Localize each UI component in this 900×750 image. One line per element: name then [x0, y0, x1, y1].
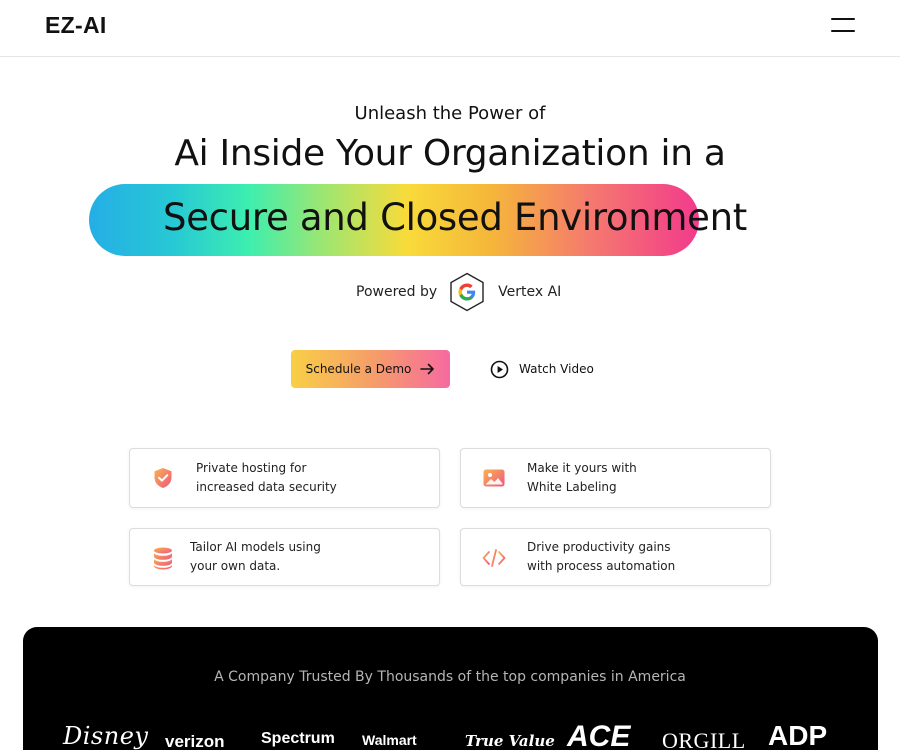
hero-headline: Ai Inside Your Organization in a	[174, 133, 726, 174]
image-icon	[483, 469, 505, 487]
feature-text: Private hosting for increased data secur…	[196, 459, 337, 497]
feature-card-white-labeling: Make it yours with White Labeling	[460, 448, 771, 508]
feature-line: White Labeling	[527, 480, 617, 494]
play-circle-icon	[490, 360, 509, 378]
site-logo[interactable]: EZ-AI	[45, 12, 107, 39]
feature-card-process-automation: Drive productivity gains with process au…	[460, 528, 771, 586]
company-logo-spectrum: Spectrum	[261, 730, 335, 747]
powered-by-row: Powered by Vertex AI	[356, 272, 561, 312]
menu-line	[831, 30, 855, 32]
company-logo-true-value: True Value	[465, 732, 555, 750]
feature-line: your own data.	[190, 559, 281, 573]
hamburger-menu-icon[interactable]	[829, 15, 857, 37]
feature-line: increased data security	[196, 480, 337, 494]
feature-text: Make it yours with White Labeling	[527, 459, 637, 497]
feature-card-private-hosting: Private hosting for increased data secur…	[129, 448, 440, 508]
feature-line: Tailor AI models using	[190, 540, 321, 554]
company-logo-ace: ACE	[567, 720, 631, 750]
code-icon	[482, 549, 506, 567]
feature-text: Drive productivity gains with process au…	[527, 538, 675, 576]
menu-line	[831, 18, 855, 20]
powered-by-product: Vertex AI	[498, 284, 562, 300]
database-icon	[154, 547, 172, 570]
watch-video-button[interactable]: Watch Video	[490, 358, 594, 380]
feature-card-tailor-models: Tailor AI models using your own data.	[129, 528, 440, 586]
company-logo-walmart: Walmart	[362, 732, 417, 748]
powered-by-label: Powered by	[356, 284, 438, 300]
google-cloud-hexagon-icon	[450, 272, 484, 312]
feature-text: Tailor AI models using your own data.	[190, 538, 321, 576]
company-logo-adp: ADP	[768, 720, 828, 750]
feature-line: Make it yours with	[527, 461, 637, 475]
hero-highlight-text: Secure and Closed Environment	[163, 196, 747, 239]
schedule-demo-label: Schedule a Demo	[305, 362, 412, 376]
company-logo-disney: Disney	[63, 722, 149, 750]
feature-line: Private hosting for	[196, 461, 307, 475]
hero-eyebrow: Unleash the Power of	[354, 103, 546, 124]
company-logo-verizon: verizon	[165, 732, 225, 750]
schedule-demo-button[interactable]: Schedule a Demo	[291, 350, 450, 388]
watch-video-label: Watch Video	[519, 362, 594, 376]
trusted-companies-heading: A Company Trusted By Thousands of the to…	[214, 669, 686, 685]
shield-check-icon	[154, 468, 172, 488]
company-logo-row: Disney verizon Spectrum Walmart True Val…	[0, 718, 900, 750]
company-logo-orgill: ORGILL	[662, 728, 746, 750]
arrow-right-icon	[420, 363, 435, 375]
feature-line: Drive productivity gains	[527, 540, 671, 554]
feature-line: with process automation	[527, 559, 676, 573]
top-navigation-bar: EZ-AI	[0, 0, 900, 57]
